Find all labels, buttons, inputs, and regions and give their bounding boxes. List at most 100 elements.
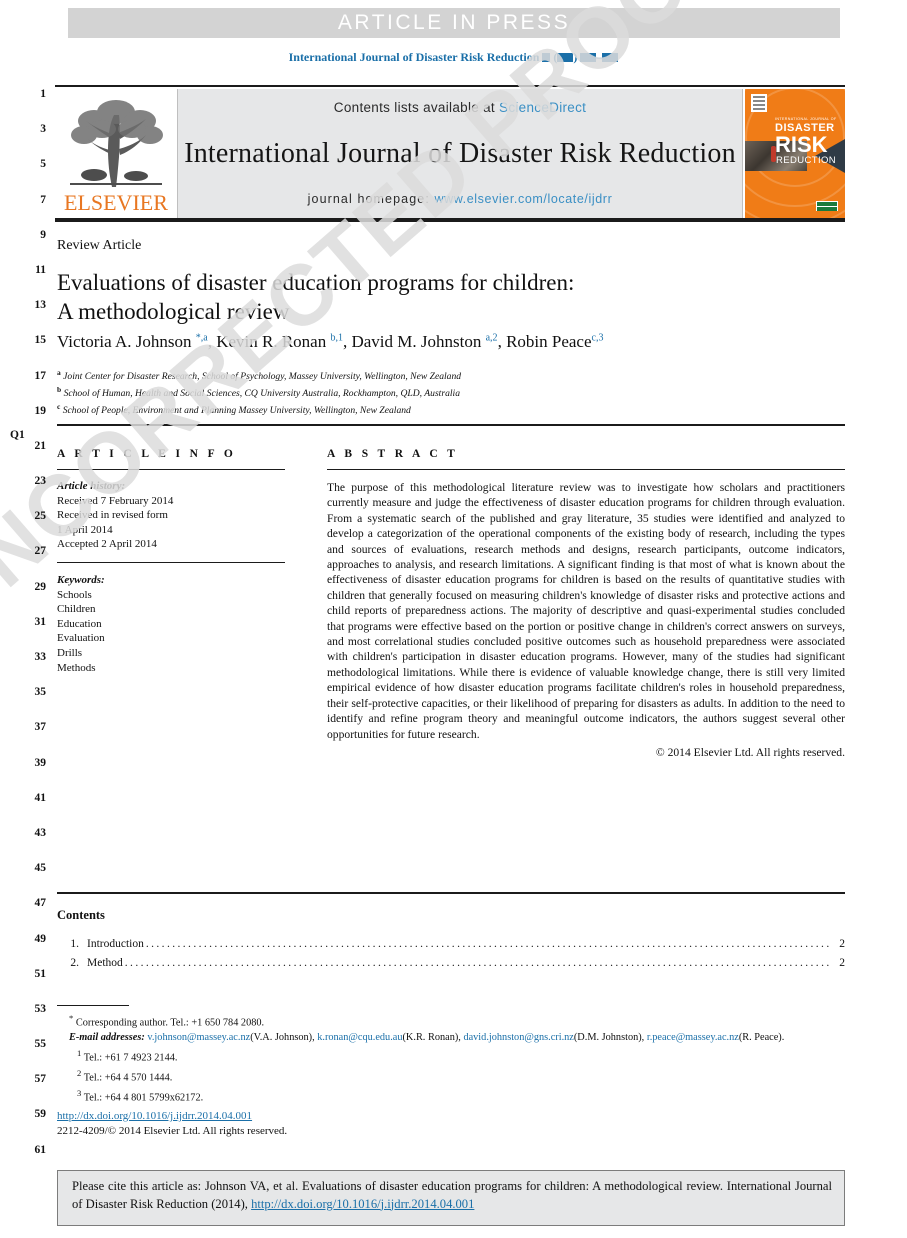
toc-number: 1.	[70, 938, 79, 950]
journal-header-panel: Contents lists available at ScienceDirec…	[177, 89, 743, 218]
keywords-block: Keywords: Schools Children Education Eva…	[57, 573, 285, 675]
email-link[interactable]: r.peace@massey.ac.nz	[647, 1032, 739, 1043]
keyword-item: Schools	[57, 588, 92, 601]
article-history-block: Article history: Received 7 February 201…	[57, 479, 285, 552]
line-number: 15	[34, 334, 47, 347]
title-line-1: Evaluations of disaster education progra…	[57, 270, 575, 295]
line-number: 29	[34, 580, 47, 593]
contents-available-text: Contents lists available at	[333, 100, 495, 115]
article-history-label: Article history:	[57, 480, 126, 492]
author-list: Victoria A. Johnson *,a, Kevin R. Ronan …	[57, 332, 817, 352]
email-addresses-note: E-mail addresses: v.johnson@massey.ac.nz…	[69, 1032, 785, 1044]
doi-link[interactable]: http://dx.doi.org/10.1016/j.ijdrr.2014.0…	[57, 1110, 252, 1122]
abstract-heading: A B S T R A C T	[327, 448, 459, 460]
footnote-block: * Corresponding author. Tel.: +1 650 784…	[57, 1011, 847, 1107]
footnote-rule	[57, 1005, 129, 1006]
title-line-2: A methodological review	[57, 299, 290, 324]
email-link[interactable]: v.johnson@massey.ac.nz	[147, 1032, 250, 1043]
toc-leader-dots: ........................................…	[145, 938, 831, 950]
corresponding-author-text: Corresponding author. Tel.: +1 650 784 2…	[75, 1017, 265, 1029]
line-number: 27	[34, 545, 47, 558]
doi-block: http://dx.doi.org/10.1016/j.ijdrr.2014.0…	[57, 1109, 287, 1139]
keywords-label: Keywords:	[57, 573, 105, 586]
table-of-contents: 1. Introduction ........................…	[57, 938, 845, 976]
line-number: 35	[34, 686, 47, 699]
article-first-page: UNCORRECTED PROOF ARTICLE IN PRESS Inter…	[0, 0, 907, 1238]
article-info-column: A R T I C L E I N F O Article history: R…	[57, 448, 285, 675]
email-addresses-label: E-mail addresses:	[69, 1032, 145, 1044]
line-number: 5	[40, 158, 46, 171]
contents-available-line: Contents lists available at ScienceDirec…	[334, 100, 586, 115]
toc-row[interactable]: 2. Method ..............................…	[57, 957, 845, 976]
line-number: 53	[34, 1002, 47, 1015]
line-number: 49	[34, 932, 47, 945]
keyword-item: Evaluation	[57, 632, 105, 645]
affiliation-text: School of People, Environment and Planni…	[62, 405, 411, 417]
keyword-item: Education	[57, 617, 102, 630]
affiliation-list: a Joint Center for Disaster Research, Sc…	[57, 366, 757, 418]
line-number: 43	[34, 826, 47, 839]
article-info-heading: A R T I C L E I N F O	[57, 448, 237, 460]
article-history-line: 1 April 2014	[57, 523, 113, 536]
affiliation-marker: b	[57, 385, 62, 395]
article-history-line: Accepted 2 April 2014	[57, 538, 157, 551]
toc-row[interactable]: 1. Introduction ........................…	[57, 938, 845, 957]
footnote-text: Tel.: +64 4 801 5799x62172.	[83, 1092, 204, 1104]
line-number: 31	[34, 615, 47, 628]
toc-label[interactable]: Method	[87, 957, 123, 969]
line-number: 51	[34, 967, 47, 980]
footnote-text: Tel.: +61 7 4923 2144.	[83, 1052, 178, 1064]
cover-title-reduction: REDUCTION	[776, 155, 837, 166]
footnote-marker: 1	[77, 1048, 82, 1059]
affiliation-marker: a	[57, 368, 61, 377]
affiliation-item: c School of People, Environment and Plan…	[57, 400, 757, 417]
line-number: 59	[34, 1108, 47, 1121]
toc-label[interactable]: Introduction	[87, 938, 144, 950]
keyword-item: Drills	[57, 646, 83, 659]
sciencedirect-link[interactable]: ScienceDirect	[499, 100, 586, 115]
article-info-rule	[57, 469, 285, 470]
journal-cover-image: INTERNATIONAL JOURNAL OF DISASTER RISK R…	[745, 89, 845, 218]
journal-homepage-link[interactable]: www.elsevier.com/locate/ijdrr	[434, 192, 612, 206]
asterisk-icon: *	[69, 1013, 74, 1023]
email-link[interactable]: david.johnston@gns.cri.nz	[463, 1032, 573, 1043]
article-history-line: Received 7 February 2014	[57, 494, 174, 507]
line-number: 17	[34, 369, 47, 382]
article-in-press-banner: ARTICLE IN PRESS	[68, 8, 840, 38]
footnote-item: 2 Tel.: +64 4 570 1444.	[57, 1066, 847, 1086]
footnote-marker: 3	[77, 1088, 82, 1099]
email-owner: (D.M. Johnston)	[573, 1032, 642, 1044]
toc-page-number: 2	[839, 938, 845, 950]
running-head-placeholders: () –	[542, 50, 619, 64]
line-number: 3	[40, 123, 46, 136]
line-number: 61	[34, 1143, 47, 1156]
cover-title-risk: RISK	[775, 132, 828, 157]
toc-number: 2.	[70, 957, 79, 969]
email-link[interactable]: k.ronan@cqu.edu.au	[317, 1032, 402, 1043]
section-divider-bottom	[57, 892, 845, 894]
line-number: 41	[34, 791, 47, 804]
citation-doi-link[interactable]: http://dx.doi.org/10.1016/j.ijdrr.2014.0…	[251, 1197, 474, 1211]
line-number: 57	[34, 1073, 47, 1086]
line-number: 23	[34, 475, 47, 488]
line-number: 9	[40, 228, 46, 241]
query-marker-q1[interactable]: Q1	[10, 429, 25, 441]
elsevier-logo: ELSEVIER	[55, 89, 177, 218]
journal-homepage-label: journal homepage:	[307, 192, 430, 206]
journal-title: International Journal of Disaster Risk R…	[184, 137, 736, 169]
issn-copyright-line: 2212-4209/© 2014 Elsevier Ltd. All right…	[57, 1125, 288, 1137]
affiliation-item: a Joint Center for Disaster Research, Sc…	[57, 366, 757, 383]
journal-homepage-line: journal homepage: www.elsevier.com/locat…	[308, 192, 613, 206]
cover-publisher-mark	[751, 94, 767, 112]
toc-page-number: 2	[839, 957, 845, 969]
line-number: 21	[34, 439, 47, 452]
footnote-marker: 2	[77, 1068, 82, 1079]
citation-box: Please cite this article as: Johnson VA,…	[57, 1170, 845, 1226]
affiliation-text: Joint Center for Disaster Research, Scho…	[63, 371, 462, 383]
elsevier-wordmark: ELSEVIER	[64, 190, 168, 215]
cover-footer-logo	[816, 201, 838, 211]
article-history-line: Received in revised form	[57, 509, 168, 522]
keywords-rule	[57, 561, 285, 563]
line-number: 13	[34, 299, 47, 312]
author-names: Victoria A. Johnson *,a, Kevin R. Ronan …	[57, 332, 604, 351]
